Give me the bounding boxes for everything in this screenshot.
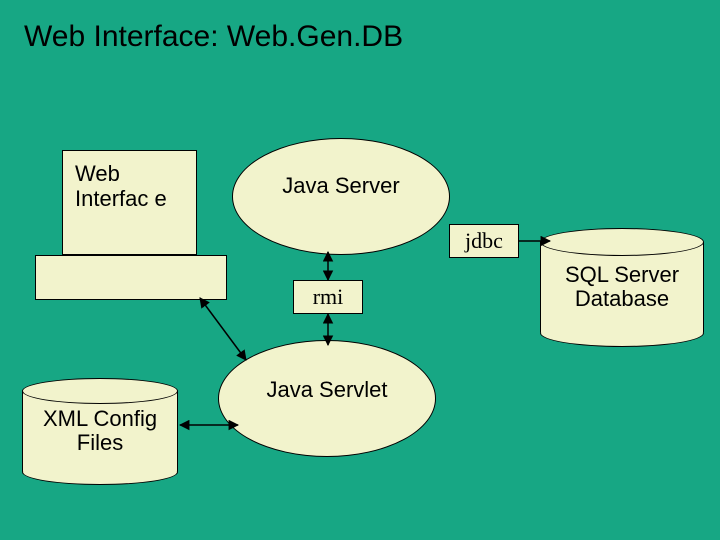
web-interface-base [35,255,227,300]
sql-database-node: SQL Server Database [540,230,704,345]
java-servlet-node: Java Servlet [218,340,436,457]
sql-database-label: SQL Server Database [541,263,703,311]
web-interface-node: Web Interfac e [62,150,197,255]
rmi-edge-label: rmi [293,280,363,314]
diagram-stage: Web Interface: Web.Gen.DB Web Interfac e… [0,0,720,540]
web-interface-label: Web Interfac e [75,161,167,211]
edge-webiface-servlet [200,298,246,360]
diagram-title: Web Interface: Web.Gen.DB [24,20,403,54]
java-servlet-label: Java Servlet [266,378,387,402]
xml-config-node: XML Config Files [22,380,178,483]
jdbc-edge-label: jdbc [449,224,519,258]
java-server-node: Java Server [232,138,450,255]
xml-config-label: XML Config Files [23,407,177,455]
java-server-label: Java Server [282,174,399,198]
